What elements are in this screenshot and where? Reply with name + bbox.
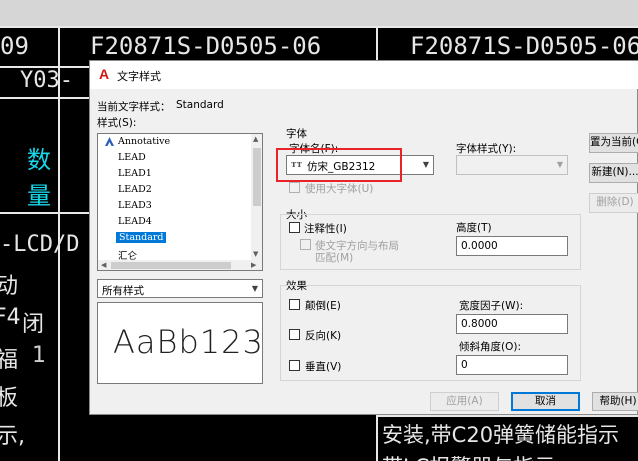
font-style-label: 字体样式(Y): [456,143,517,155]
scroll-thumb[interactable] [253,148,261,206]
oblique-angle-label: 倾斜角度(O): [459,341,521,353]
cad-text: F4 [0,305,21,330]
backwards-label: 反向(K) [305,330,342,342]
style-filter-value: 所有样式 [102,285,144,297]
cad-text-code: 09 [0,32,29,60]
font-style-select[interactable]: ▼ [456,155,568,175]
style-list-item[interactable]: Annotative [118,136,170,147]
cad-text: 福 [0,348,19,373]
new-style-button[interactable]: 新建(N)... [589,163,638,183]
text-style-dialog: A 文字样式 当前文字样式： Standard 样式(S): Annotativ… [89,60,638,415]
height-value: 0.0000 [461,240,498,252]
style-list-hscrollbar[interactable]: ◀ ▶ [98,260,262,270]
cancel-button[interactable]: 取消 [511,392,580,411]
upside-down-checkbox[interactable] [289,299,300,310]
style-preview: AaBb123 [97,302,263,384]
match-orientation-label: 匹配(M) [315,252,354,264]
use-big-font-checkbox[interactable] [289,182,300,193]
cad-text: 带LC报警器与指示 [382,451,555,461]
style-list-item[interactable]: LEAD4 [118,216,152,227]
upside-down-label: 颠倒(E) [305,300,341,312]
current-style-label: 当前文字样式： [97,101,171,113]
cad-line [376,415,638,417]
dialog-titlebar[interactable]: A 文字样式 [90,61,638,89]
style-filter-select[interactable]: 所有样式 ▼ [97,279,263,298]
cad-line [0,26,638,28]
autocad-logo-icon: A [99,66,110,82]
scroll-up-icon[interactable]: ▲ [253,135,258,143]
cad-line [0,97,90,99]
cad-text-code: F20871S-D0505-06 [410,32,638,60]
set-current-button[interactable]: 置为当前(C) [589,133,638,153]
oblique-angle-input[interactable]: 0 [456,355,568,375]
style-list-item-selected[interactable]: Standard [116,232,167,243]
help-button[interactable]: 帮助(H) [592,392,638,411]
cad-text: 闭 [22,312,45,337]
annotative-label: 注释性(I) [304,223,347,235]
delete-style-button[interactable]: 删除(D) [589,193,638,213]
highlight-annotation-box [276,148,402,182]
cad-qty-value: 1 [32,343,46,368]
cad-line [0,212,90,214]
scroll-right-icon[interactable]: ▶ [251,261,256,269]
width-factor-label: 宽度因子(W): [459,300,524,312]
cad-text-code: Y03- [20,68,73,93]
cad-text-code: F20871S-D0505-06 [90,32,322,60]
style-list-vscrollbar[interactable]: ▲ ▼ [251,134,262,260]
styles-label: 样式(S): [97,117,137,129]
height-label: 高度(T) [456,222,492,234]
cad-toolbar-strip [0,0,638,26]
cad-text: 动 [0,274,19,299]
style-list-item[interactable]: LEAD [118,152,146,163]
chevron-down-icon: ▼ [556,160,563,169]
use-big-font-label: 使用大字体(U) [305,183,374,195]
cad-text: 板 [0,386,19,411]
scroll-left-icon[interactable]: ◀ [101,261,106,269]
width-factor-value: 0.8000 [461,318,498,330]
font-group-label: 字体 [286,128,307,140]
oblique-angle-value: 0 [461,359,468,371]
style-list-item[interactable]: LEAD2 [118,184,152,195]
style-list-item[interactable]: LEAD3 [118,200,152,211]
apply-button[interactable]: 应用(A) [430,392,499,411]
cad-line [376,414,378,461]
vertical-label: 垂直(V) [305,361,342,373]
vertical-checkbox[interactable] [289,360,300,371]
preview-text: AaBb123 [113,323,264,361]
dialog-title: 文字样式 [117,70,161,83]
style-list[interactable]: Annotative LEAD LEAD1 LEAD2 LEAD3 LEAD4 … [97,133,263,271]
chevron-down-icon: ▼ [422,160,429,169]
cad-col-header: 量 [27,182,51,210]
cad-col-header: 数 [27,146,51,174]
annotative-checkbox[interactable] [289,222,300,233]
current-style-value: Standard [176,99,224,111]
backwards-checkbox[interactable] [289,329,300,340]
scroll-thumb[interactable] [111,262,231,269]
annotative-icon [104,136,115,147]
cad-text: -LCD/D [0,232,80,257]
match-orientation-checkbox[interactable] [300,239,311,250]
height-input[interactable]: 0.0000 [456,236,568,256]
cad-text: 示, [0,424,25,449]
chevron-down-icon: ▼ [251,284,258,293]
cad-text: 安装,带C20弹簧储能指示 [382,423,620,447]
width-factor-input[interactable]: 0.8000 [456,314,568,334]
style-list-item[interactable]: LEAD1 [118,168,152,179]
scroll-down-icon[interactable]: ▼ [253,250,258,258]
